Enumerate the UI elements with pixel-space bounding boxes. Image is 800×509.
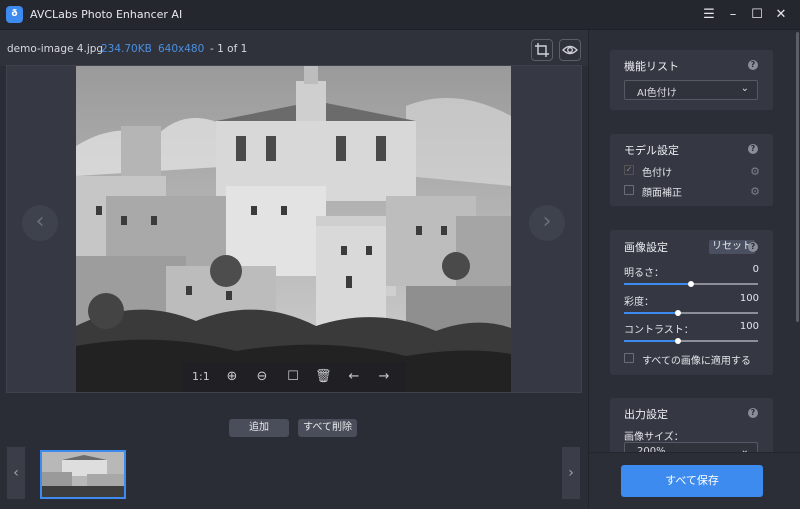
add-button[interactable]: 追加 <box>229 419 289 437</box>
help-icon[interactable]: ? <box>748 60 758 70</box>
crop-icon <box>535 43 549 57</box>
actual-size-button[interactable]: 1:1 <box>192 369 210 385</box>
help-icon[interactable]: ? <box>748 408 758 418</box>
contrast-value: 100 <box>739 321 759 332</box>
settings-panel: 機能リスト ? AI色付け ⌄ モデル設定 ? ✓ 色付け ⚙ 顔面補正 ⚙ 画… <box>588 30 800 509</box>
minimize-button[interactable]: – <box>725 7 741 23</box>
saturation-fill <box>624 312 678 314</box>
thumbnail-item[interactable] <box>40 450 126 499</box>
eye-icon <box>562 45 578 55</box>
contrast-slider[interactable] <box>624 338 758 344</box>
feature-select-value: AI色付け <box>637 88 677 99</box>
arrow-left-icon[interactable]: ← <box>346 369 362 385</box>
title-bar: ð AVCLabs Photo Enhancer AI ☰ – ☐ ✕ <box>0 0 800 30</box>
file-size: 234.70KB <box>101 43 152 55</box>
app-title: AVCLabs Photo Enhancer AI <box>30 8 183 21</box>
fit-window-icon[interactable]: ☐ <box>285 369 301 385</box>
brightness-fill <box>624 283 691 285</box>
image-size-label: 画像サイズ： <box>624 432 684 443</box>
maximize-button[interactable]: ☐ <box>749 7 765 23</box>
close-button[interactable]: ✕ <box>773 7 789 23</box>
output-settings-title: 出力設定 <box>624 408 668 421</box>
arrow-right-icon[interactable]: → <box>376 369 392 385</box>
colorize-label: 色付け <box>642 168 672 179</box>
apply-all-checkbox[interactable] <box>624 353 634 363</box>
image-settings-card: 画像設定 リセット ? 明るさ： 0 彩度： 100 コントラスト： 100 す… <box>610 230 773 375</box>
image-toolbar: 1:1 ⊕ ⊖ ☐ 🗑 ← → <box>182 362 406 392</box>
thumbnail-next-button[interactable]: › <box>562 447 580 499</box>
colorize-checkbox[interactable]: ✓ <box>624 165 634 175</box>
page-indicator: - 1 of 1 <box>210 43 248 55</box>
panel-scrollbar-thumb[interactable] <box>796 32 799 322</box>
saturation-label: 彩度： <box>624 297 654 308</box>
gear-icon[interactable]: ⚙ <box>750 185 760 198</box>
brightness-knob[interactable] <box>688 281 694 287</box>
feature-list-card: 機能リスト ? AI色付け ⌄ <box>610 50 773 110</box>
image-settings-title: 画像設定 <box>624 241 668 254</box>
brightness-slider[interactable] <box>624 281 758 287</box>
preview-toggle-button[interactable] <box>559 39 581 61</box>
feature-list-title: 機能リスト <box>624 60 679 73</box>
contrast-label: コントラスト： <box>624 325 694 336</box>
file-name: demo-image 4.jpg <box>7 43 104 55</box>
delete-all-button[interactable]: すべて削除 <box>298 419 357 437</box>
delete-icon[interactable]: 🗑 <box>315 369 332 385</box>
face-enhance-label: 顔面補正 <box>642 188 682 199</box>
feature-select[interactable]: AI色付け ⌄ <box>624 80 758 100</box>
face-enhance-checkbox[interactable] <box>624 185 634 195</box>
menu-icon[interactable]: ☰ <box>701 7 717 23</box>
thumbnail-prev-button[interactable]: ‹ <box>7 447 25 499</box>
brightness-label: 明るさ： <box>624 268 664 279</box>
saturation-slider[interactable] <box>624 310 758 316</box>
apply-all-label: すべての画像に適用する <box>642 356 751 367</box>
help-icon[interactable]: ? <box>748 242 758 252</box>
zoom-in-icon[interactable]: ⊕ <box>224 369 240 385</box>
next-image-button[interactable]: › <box>529 205 565 241</box>
model-settings-title: モデル設定 <box>624 144 679 157</box>
previous-image-button[interactable]: ‹ <box>22 205 58 241</box>
crop-button[interactable] <box>531 39 553 61</box>
preview-image[interactable] <box>76 66 511 392</box>
model-settings-card: モデル設定 ? ✓ 色付け ⚙ 顔面補正 ⚙ <box>610 134 773 206</box>
brightness-value: 0 <box>752 264 759 275</box>
zoom-out-icon[interactable]: ⊖ <box>254 369 270 385</box>
chevron-down-icon: ⌄ <box>740 83 749 94</box>
saturation-knob[interactable] <box>674 310 681 316</box>
help-icon[interactable]: ? <box>748 144 758 154</box>
image-dimensions: 640x480 <box>158 43 205 55</box>
file-info-bar: demo-image 4.jpg 234.70KB 640x480 - 1 of… <box>0 30 588 66</box>
app-logo-icon: ð <box>6 6 23 23</box>
saturation-value: 100 <box>739 293 759 304</box>
contrast-knob[interactable] <box>674 338 681 344</box>
contrast-fill <box>624 340 678 342</box>
gear-icon[interactable]: ⚙ <box>750 165 760 178</box>
save-all-button[interactable]: すべて保存 <box>621 465 763 497</box>
